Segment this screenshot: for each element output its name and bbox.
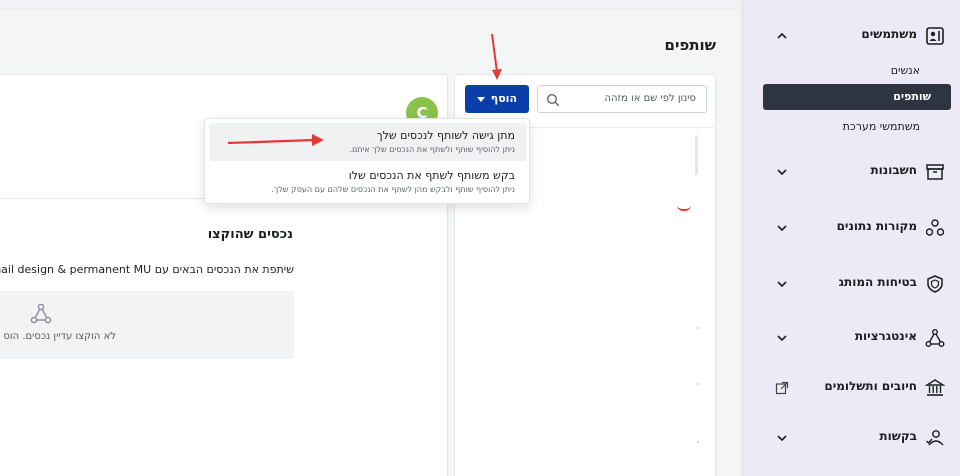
search-placeholder: סינון לפי שם או מזהה [604, 93, 696, 104]
search-input[interactable]: סינון לפי שם או מזהה [537, 85, 707, 113]
add-partner-button[interactable]: הוסף [465, 85, 529, 113]
dropdown-item-subtitle: ניתן להוסיף שותף ולשתף את הנכסים שלך אית… [349, 145, 515, 154]
dropdown-item-subtitle: ניתן להוסיף שותף ולבקש מהן לשתף את הנכסי… [271, 185, 515, 194]
chevron-down-icon[interactable] [775, 165, 789, 179]
sidebar-item-system-users[interactable]: משתמשי מערכת [843, 120, 920, 133]
user-check-icon [926, 430, 944, 446]
dropdown-item-request-access[interactable]: בקש משותף לשתף את הנכסים שלו ניתן להוסיף… [209, 163, 527, 201]
sidebar: משתמשים אנשים שותפים משתמשי מערכת חשבונו… [742, 0, 960, 476]
search-icon [546, 93, 560, 107]
chevron-down-icon[interactable] [775, 221, 789, 235]
integrations-icon [925, 329, 945, 347]
list-scrollbar[interactable] [695, 135, 698, 175]
data-sources-icon [925, 219, 945, 236]
dropdown-item-give-access[interactable]: מתן גישה לשותף לנכסים שלך ניתן להוסיף שו… [209, 123, 527, 161]
add-partner-dropdown: מתן גישה לשותף לנכסים שלך ניתן להוסיף שו… [204, 118, 530, 204]
sidebar-item-label: שותפים [893, 90, 931, 103]
bank-icon [925, 379, 945, 396]
share-text-container: שיתפת את הנכסים הבאים עם nin nail design… [0, 255, 296, 279]
archive-icon [926, 164, 944, 180]
sidebar-item-partners[interactable]: שותפים [763, 84, 951, 110]
sidebar-group-label: חיובים ותשלומים [824, 379, 917, 393]
sidebar-group-data-sources[interactable]: מקורות נתונים [743, 208, 960, 248]
sidebar-group-label: משתמשים [861, 27, 917, 41]
assigned-assets-title: נכסים שהוקצו [207, 227, 293, 242]
chevron-up-icon[interactable] [775, 29, 789, 43]
main-panel: שותפים C נכסים שהוקצו שיתפת את הנכסים הב… [0, 10, 740, 476]
list-marker [697, 383, 699, 385]
sidebar-group-label: חשבונות [870, 163, 917, 177]
share-text: שיתפת את הנכסים הבאים עם nin nail design… [0, 263, 294, 276]
caret-down-icon [477, 97, 485, 102]
sidebar-item-people[interactable]: אנשים [891, 64, 920, 77]
empty-assets-text: לא הוקצו עדיין נכסים. הוס [3, 331, 116, 342]
page-title: שותפים [664, 36, 717, 54]
add-button-label: הוסף [490, 92, 517, 105]
dropdown-item-title: בקש משותף לשתף את הנכסים שלו [348, 169, 515, 182]
list-marker [697, 441, 699, 443]
list-marker [697, 327, 699, 329]
sidebar-group-integrations[interactable]: אינטגרציות [743, 318, 960, 358]
users-icon [926, 27, 944, 45]
chevron-down-icon[interactable] [775, 431, 789, 445]
notification-mark [677, 205, 691, 211]
sidebar-group-label: אינטגרציות [854, 329, 917, 343]
sidebar-group-billing[interactable]: חיובים ותשלומים [743, 368, 960, 408]
share-network-icon [30, 303, 52, 324]
sidebar-group-label: בטיחות המותג [838, 275, 917, 289]
sidebar-group-brand-safety[interactable]: בטיחות המותג [743, 264, 960, 304]
sidebar-group-users[interactable]: משתמשים [743, 16, 960, 56]
empty-assets-box: לא הוקצו עדיין נכסים. הוס [0, 291, 294, 359]
sidebar-group-label: מקורות נתונים [836, 219, 917, 233]
external-link-icon[interactable] [775, 381, 789, 395]
chevron-down-icon[interactable] [775, 277, 789, 291]
shield-icon [927, 275, 943, 293]
sidebar-group-label: בקשות [879, 429, 917, 443]
chevron-down-icon[interactable] [775, 331, 789, 345]
dropdown-item-title: מתן גישה לשותף לנכסים שלך [376, 129, 515, 142]
sidebar-group-requests[interactable]: בקשות [743, 418, 960, 458]
sidebar-group-accounts[interactable]: חשבונות [743, 152, 960, 192]
